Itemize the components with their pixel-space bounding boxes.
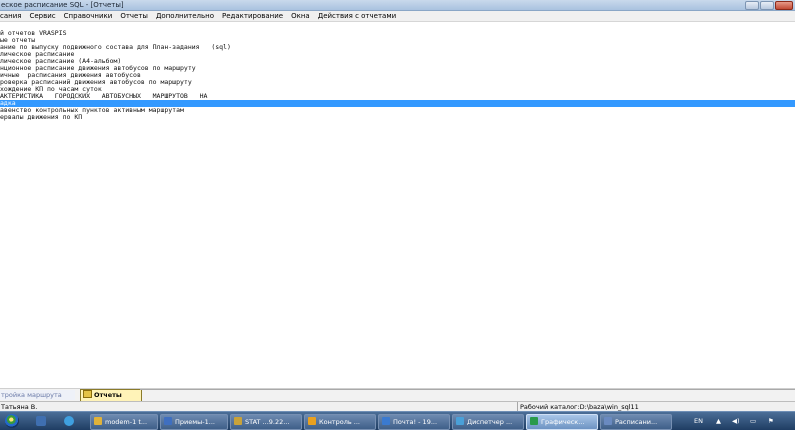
- menu-item-report-actions[interactable]: Действия с отчетами: [314, 11, 400, 21]
- window-tabs: тройка маршрута Отчеты: [0, 388, 795, 402]
- taskbar-button[interactable]: Контроль ...: [304, 414, 376, 430]
- menu-item-references[interactable]: Справочники: [60, 11, 117, 21]
- taskbar-button-active[interactable]: Графическ...: [526, 414, 598, 430]
- app-icon: [308, 417, 316, 425]
- taskbar-button[interactable]: modem-1 t...: [90, 414, 158, 430]
- language-indicator[interactable]: EN: [694, 412, 703, 430]
- app-icon: [604, 417, 612, 425]
- minimize-button[interactable]: [745, 1, 759, 10]
- app-icon: [164, 417, 172, 425]
- menu-item-reports[interactable]: Отчеты: [116, 11, 152, 21]
- tab-divider: [140, 389, 795, 390]
- window-title: еское расписание SQL - [Отчеты]: [1, 1, 124, 9]
- report-item[interactable]: роверка расписаний движения автобусов по…: [0, 79, 795, 86]
- menu-item-editing[interactable]: Редактирование: [218, 11, 287, 21]
- report-item[interactable]: АКТЕРИСТИКА ГОРОДСКИХ АВТОБУСНЫХ МАРШРУТ…: [0, 93, 795, 100]
- flag-icon[interactable]: ⚑: [768, 412, 774, 430]
- report-list: й отчетов VRASPIS ые отчеты ание по выпу…: [0, 30, 795, 121]
- app-icon: [382, 417, 390, 425]
- report-item[interactable]: й отчетов VRASPIS: [0, 30, 795, 37]
- taskbar: modem-1 t... Приемы-1... STAT ...9.22...…: [0, 411, 795, 430]
- app-icon: [234, 417, 242, 425]
- report-item[interactable]: ервалы движения по КП: [0, 114, 795, 121]
- volume-icon[interactable]: ◀): [732, 412, 740, 430]
- report-item[interactable]: ание по выпуску подвижного состава для П…: [0, 44, 795, 51]
- tab-reports-label: Отчеты: [94, 391, 122, 399]
- app-icon: [94, 417, 102, 425]
- menu-item-service[interactable]: Сервис: [25, 11, 59, 21]
- show-desktop-icon[interactable]: [36, 416, 46, 426]
- window-controls: [745, 1, 793, 10]
- tab-reports[interactable]: Отчеты: [80, 389, 142, 401]
- close-button[interactable]: [775, 1, 793, 10]
- taskbar-button[interactable]: STAT ...9.22...: [230, 414, 302, 430]
- menu-bar: сания Сервис Справочники Отчеты Дополнит…: [0, 11, 795, 22]
- title-bar: еское расписание SQL - [Отчеты]: [0, 0, 795, 11]
- menu-item-tasks[interactable]: сания: [0, 11, 25, 21]
- menu-item-additional[interactable]: Дополнительно: [152, 11, 218, 21]
- app-icon: [456, 417, 464, 425]
- start-button[interactable]: [5, 414, 19, 428]
- app-icon: [530, 417, 538, 425]
- taskbar-button[interactable]: Расписани...: [600, 414, 672, 430]
- network-icon[interactable]: ▭: [750, 412, 756, 430]
- reports-panel: й отчетов VRASPIS ые отчеты ание по выпу…: [0, 22, 795, 385]
- tab-route-settings[interactable]: тройка маршрута: [0, 390, 75, 400]
- arrow-up-icon[interactable]: ▲: [716, 412, 721, 430]
- menu-item-windows[interactable]: Окна: [287, 11, 314, 21]
- maximize-button[interactable]: [760, 1, 774, 10]
- folder-icon: [83, 390, 92, 398]
- taskbar-button[interactable]: Диспетчер ...: [452, 414, 524, 430]
- taskbar-button[interactable]: Приемы-1...: [160, 414, 228, 430]
- taskbar-button[interactable]: Почта! - 19...: [378, 414, 450, 430]
- system-tray: EN ▲ ◀) ▭ ⚑: [690, 412, 795, 430]
- report-item[interactable]: авенство контрольных пунктов активным ма…: [0, 107, 795, 114]
- browser-icon[interactable]: [64, 416, 74, 426]
